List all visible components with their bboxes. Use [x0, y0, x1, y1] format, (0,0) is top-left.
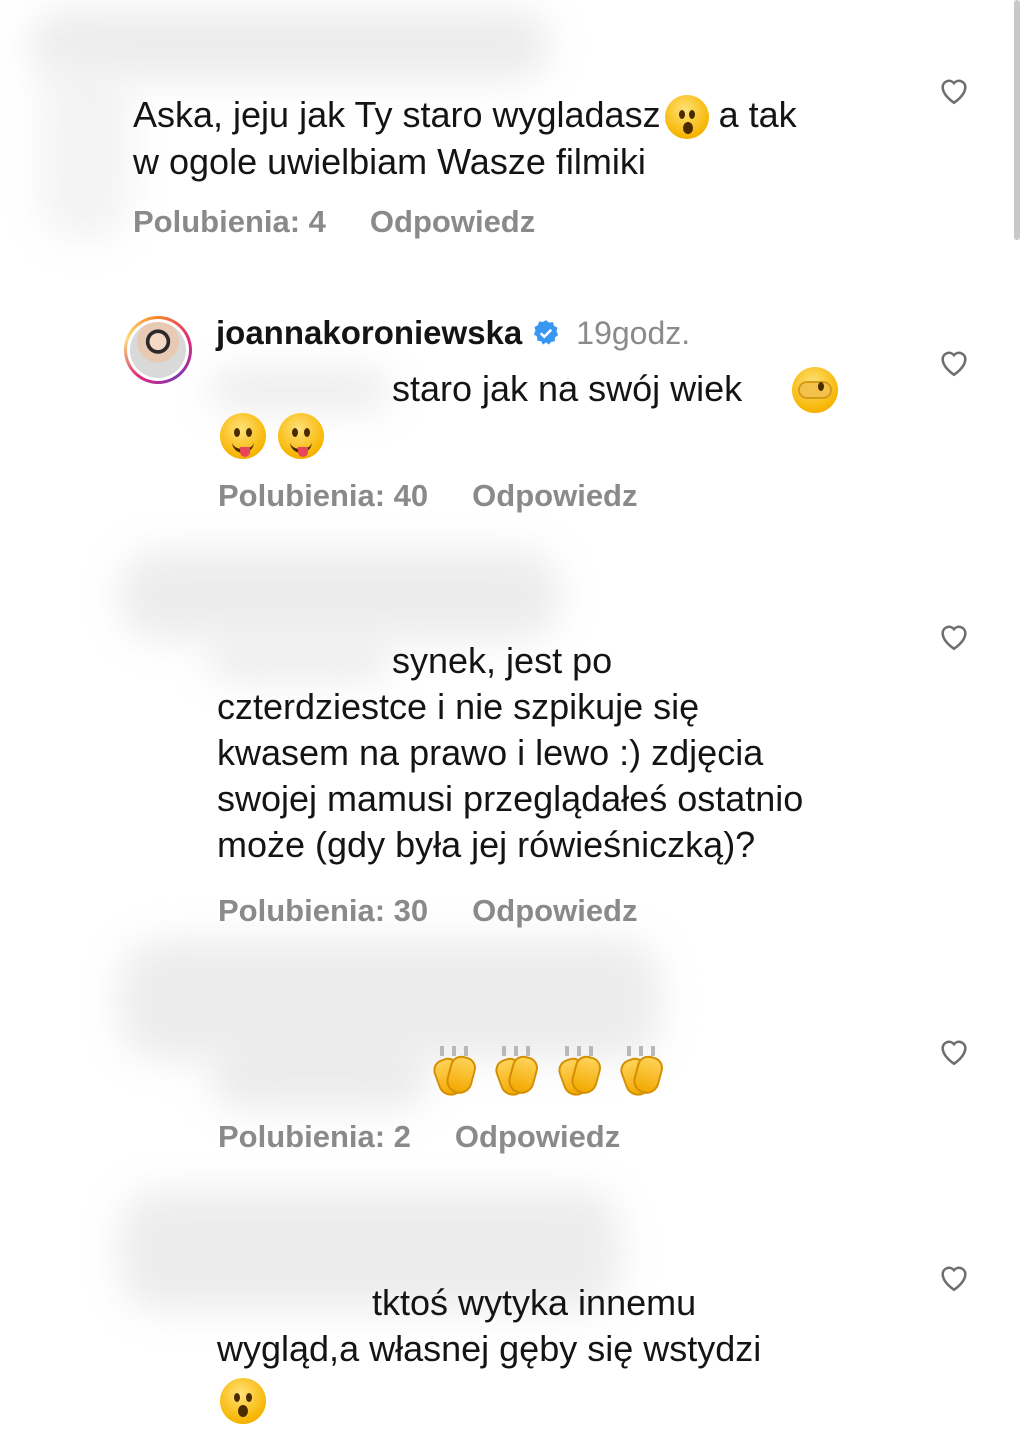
clapping-hands-icon [555, 1046, 604, 1100]
comment-header: joannakoroniewska 19godz. [216, 314, 690, 352]
face-peeking-icon [792, 367, 838, 413]
clapping-hands-icon [430, 1046, 479, 1100]
comment-emojis [430, 1046, 675, 1100]
reply-button[interactable]: Odpowiedz [472, 893, 637, 929]
redaction-blur [210, 1040, 430, 1110]
likes-count-link[interactable]: Polubienia: 40 [218, 478, 428, 514]
zany-face-icon [220, 413, 266, 459]
likes-count-link[interactable]: Polubienia: 30 [218, 893, 428, 929]
comment-meta: Polubienia: 2 Odpowiedz [218, 1119, 620, 1155]
comment-text-part: Aska, jeju jak Ty staro wygladasz [133, 94, 661, 135]
likes-count-link[interactable]: Polubienia: 4 [133, 204, 326, 240]
comment-text: synek, jest po czterdziestce i nie szpik… [217, 640, 804, 865]
heart-icon[interactable] [937, 346, 971, 378]
avatar-image [130, 322, 186, 378]
comment-text: Aska, jeju jak Ty staro wygladasz a tak … [133, 92, 797, 185]
verified-badge-icon [534, 320, 559, 345]
clapping-hands-icon [617, 1046, 666, 1100]
heart-icon[interactable] [937, 1261, 971, 1293]
comment-text: staro jak na swój wiek [392, 368, 743, 409]
heart-icon[interactable] [937, 620, 971, 652]
username[interactable]: joannakoroniewska [216, 314, 522, 352]
winking-tongue-face-icon [278, 413, 324, 459]
comment-meta: Polubienia: 4 Odpowiedz [133, 204, 535, 240]
reply-button[interactable]: Odpowiedz [370, 204, 535, 240]
scrollbar[interactable] [1014, 0, 1020, 240]
heart-icon[interactable] [937, 1035, 971, 1067]
clapping-hands-icon [492, 1046, 541, 1100]
comment-time: 19godz. [576, 314, 691, 351]
redaction-blur [40, 60, 130, 240]
heart-icon[interactable] [937, 74, 971, 106]
reply-button[interactable]: Odpowiedz [472, 478, 637, 514]
comment-meta: Polubienia: 40 Odpowiedz [218, 478, 638, 514]
comment-text: tktoś wytyka innemu wygląd,a własnej gęb… [217, 1282, 762, 1369]
reply-button[interactable]: Odpowiedz [455, 1119, 620, 1155]
avatar[interactable] [124, 316, 192, 384]
comment-meta: Polubienia: 30 Odpowiedz [218, 893, 638, 929]
redaction-blur [120, 550, 560, 640]
astonished-face-icon [220, 1378, 266, 1424]
astonished-face-icon [664, 95, 709, 140]
redaction-blur [210, 370, 390, 410]
likes-count-link[interactable]: Polubienia: 2 [218, 1119, 411, 1155]
